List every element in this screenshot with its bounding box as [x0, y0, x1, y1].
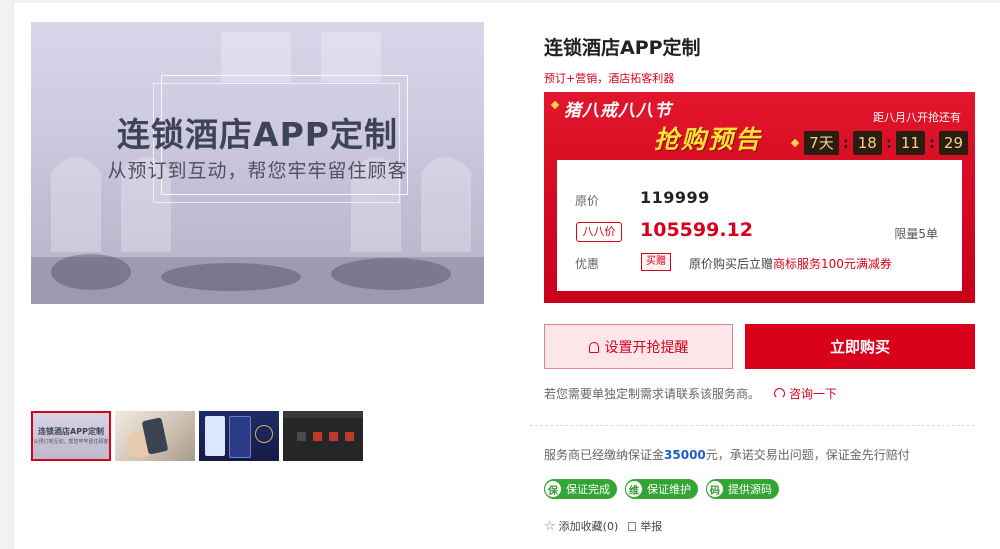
sparkle-icon [790, 138, 800, 148]
guarantee-badge-maintenance[interactable]: 维 保证维护 [625, 479, 698, 499]
thumbnail-3[interactable] [199, 411, 279, 461]
benefit-label: 优惠 [575, 257, 600, 271]
thumbnail-4[interactable] [283, 411, 363, 461]
guarantee-badge-source-code[interactable]: 码 提供源码 [706, 479, 779, 499]
headset-icon [774, 388, 785, 399]
guarantee-icon: 保 [544, 480, 562, 498]
price-card: 原价 119999 八八价 105599.12 限量5单 优惠 买赠 原价购买后… [557, 160, 962, 291]
top-frame-strip [0, 0, 1000, 3]
product-hero-image: 连锁酒店APP定制 从预订到互动，帮您牢牢留住顾客 [31, 22, 484, 304]
set-reminder-button[interactable]: 设置开抢提醒 [544, 324, 733, 369]
consult-link-label: 咨询一下 [789, 387, 838, 401]
guarantee-icon: 维 [625, 480, 643, 498]
report-label: 举报 [640, 520, 663, 533]
promo-panel: 猪八戒八八节 抢购预告 距八月八开抢还有 7天 : 18 : 11 : 29 原… [544, 92, 975, 303]
app-screen-graphic-2 [229, 416, 251, 458]
add-favorite-button[interactable]: ☆ 添加收藏(0) [544, 518, 618, 534]
sparkle-icon [550, 100, 560, 110]
custom-request-note: 若您需要单独定制需求请联系该服务商。 [544, 387, 761, 401]
guarantee-icon: 码 [706, 480, 724, 498]
countdown-days: 7天 [804, 131, 839, 155]
tile-graphic [345, 432, 354, 441]
countdown-seconds: 29 [938, 131, 968, 155]
hotel-logo-icon [255, 425, 273, 443]
thumbnail-strip: 连锁酒店APP定制 从预订到互动，帮您牢牢留住顾客 [31, 411, 371, 463]
app-screen-graphic [205, 416, 225, 456]
benefit-coupon-link[interactable]: 商标服务100元满减券 [773, 257, 892, 271]
original-price-label: 原价 [575, 194, 600, 208]
guarantee-badges: 保 保证完成 维 保证维护 码 提供源码 [544, 479, 787, 499]
deposit-amount: 35000 [664, 448, 706, 462]
thumbnail-header-bar [283, 411, 363, 418]
star-icon: ☆ [544, 518, 556, 534]
promo-presale-title: 抢购预告 [654, 125, 763, 154]
tile-graphic [297, 432, 306, 441]
sale-price-badge: 八八价 [576, 222, 622, 242]
benefit-text: 原价购买后立赠商标服务100元满减券 [689, 255, 892, 272]
deposit-prefix: 服务商已经缴纳保证金 [544, 448, 665, 462]
thumbnail-2[interactable] [115, 411, 195, 461]
countdown-minutes: 11 [895, 131, 925, 155]
countdown-separator: : [928, 134, 935, 152]
countdown-label: 距八月八开抢还有 [873, 111, 961, 124]
original-price: 119999 [640, 188, 710, 207]
countdown-separator: : [885, 134, 892, 152]
buy-now-button[interactable]: 立即购买 [745, 324, 975, 369]
countdown-hours: 18 [852, 131, 882, 155]
tile-graphic [329, 432, 338, 441]
add-favorite-label: 添加收藏(0) [558, 520, 619, 533]
hero-title: 连锁酒店APP定制 [117, 115, 398, 154]
promo-festival-title: 猪八戒八八节 [564, 101, 672, 121]
guarantee-label: 提供源码 [728, 483, 772, 496]
guarantee-badge-completion[interactable]: 保 保证完成 [544, 479, 617, 499]
countdown-separator: : [842, 134, 849, 152]
report-icon [628, 521, 637, 531]
set-reminder-label: 设置开抢提醒 [604, 339, 689, 356]
purchase-limit: 限量5单 [894, 227, 938, 241]
gift-tag: 买赠 [641, 253, 671, 271]
tile-graphic [313, 432, 322, 441]
report-button[interactable]: 举报 [628, 518, 662, 534]
guarantee-label: 保证完成 [566, 483, 610, 496]
thumbnail-1[interactable]: 连锁酒店APP定制 从预订到互动，帮您牢牢留住顾客 [31, 411, 111, 461]
deposit-suffix: 元，承诺交易出问题，保证金先行赔付 [705, 448, 910, 462]
benefit-text-prefix: 原价购买后立赠 [689, 257, 774, 271]
sale-price: 105599.12 [640, 219, 753, 241]
bell-icon [588, 342, 599, 353]
consult-link[interactable]: 咨询一下 [774, 385, 837, 402]
left-frame-strip [0, 0, 14, 549]
countdown-timer: 7天 : 18 : 11 : 29 [804, 130, 968, 156]
deposit-statement: 服务商已经缴纳保证金35000元，承诺交易出问题，保证金先行赔付 [544, 446, 910, 463]
thumbnail-1-title: 连锁酒店APP定制 [38, 427, 104, 436]
hero-subtitle: 从预订到互动，帮您牢牢留住顾客 [107, 160, 408, 182]
footer-actions: ☆ 添加收藏(0) 举报 [544, 518, 672, 534]
section-divider [530, 425, 975, 426]
product-title: 连锁酒店APP定制 [544, 37, 701, 59]
guarantee-label: 保证维护 [647, 483, 691, 496]
thumbnail-1-subtitle: 从预订到互动，帮您牢牢留住顾客 [33, 439, 109, 445]
product-slogan: 预订+营销，酒店拓客利器 [544, 72, 675, 85]
